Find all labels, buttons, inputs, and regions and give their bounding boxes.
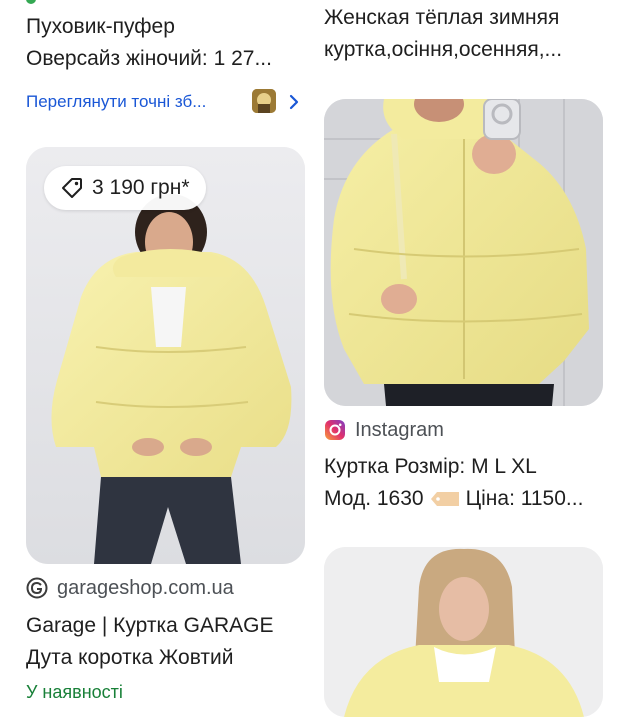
result-title-line2[interactable]: Мод. 1630 Ціна: 1150... [324,483,624,515]
price-tag-emoji-icon [430,490,460,508]
price-tag-icon [60,176,84,200]
source-domain: Instagram [355,418,444,441]
instagram-icon [324,419,346,441]
exact-matches-label: Переглянути точні зб... [26,92,207,111]
result-title-line1[interactable]: Куртка Розмір: M L XL [324,451,624,483]
source-domain: garageshop.com.ua [57,576,234,599]
exact-matches-link[interactable]: Переглянути точні зб... [26,89,306,115]
model-text: Мод. 1630 [324,487,424,510]
result-title-line2[interactable]: Дута коротка Жовтий [26,642,311,674]
result-title-line1[interactable]: Garage | Куртка GARAGE [26,610,311,642]
product-image[interactable] [324,99,603,406]
garage-logo-icon [26,577,48,599]
price-text: 3 190 грн* [92,176,190,199]
price-badge: 3 190 грн* [44,166,206,210]
source-row[interactable]: garageshop.com.ua [26,575,234,601]
result-title-line2[interactable]: Оверсайз жіночий: 1 27... [26,43,311,75]
green-indicator [26,0,36,4]
result-title-line1[interactable]: Женская тёплая зимняя [324,2,624,34]
product-image[interactable] [324,547,603,717]
price-text: Ціна: 1150... [465,487,584,510]
result-title-line2[interactable]: куртка,осіння,осенняя,... [324,34,624,66]
thumbnail-icon [252,89,276,113]
chevron-right-icon [288,93,300,111]
result-title-line1[interactable]: Пуховик-пуфер [26,11,311,43]
source-row[interactable]: Instagram [324,417,444,443]
